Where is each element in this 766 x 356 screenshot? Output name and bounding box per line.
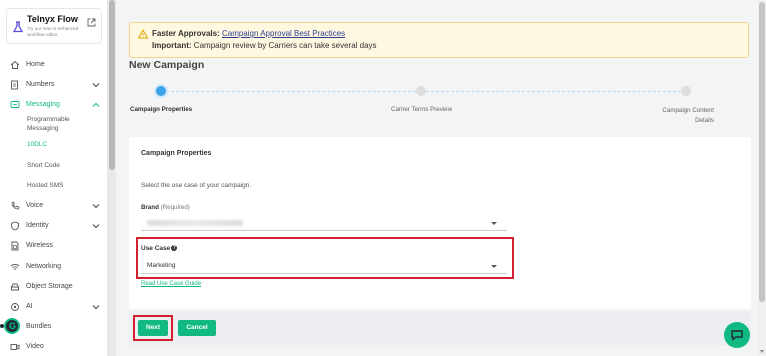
campaign-stepper: Campaign Properties Carrier Terms Previe…: [116, 80, 766, 130]
section-title: Campaign Properties: [141, 150, 212, 157]
nav-programmable-messaging[interactable]: Programmable Messaging: [27, 115, 87, 133]
warning-icon: [138, 29, 148, 39]
alert-label-2: Important:: [152, 41, 192, 50]
nav-numbers-label: Numbers: [26, 81, 55, 88]
cancel-button[interactable]: Cancel: [178, 320, 216, 336]
external-link-icon[interactable]: [87, 18, 96, 27]
chevron-down-icon: [92, 224, 100, 229]
step-3-label: Campaign Content Details: [662, 107, 714, 124]
chevron-down-icon: [92, 204, 100, 209]
nav-networking[interactable]: Networking: [0, 258, 108, 276]
step-connector: [166, 91, 416, 92]
shield-icon: [11, 221, 19, 231]
alert-line-2: Important: Campaign review by Carriers c…: [152, 41, 377, 50]
sim-icon: [11, 241, 19, 251]
step-2-dot: [416, 86, 426, 96]
next-button[interactable]: Next: [138, 320, 168, 336]
voice-icon: [11, 201, 20, 210]
step-connector: [426, 91, 681, 92]
alert-text-2: Campaign review by Carriers can take sev…: [193, 41, 377, 50]
sidebar-scrollbar-thumb[interactable]: [109, 0, 115, 170]
ai-icon: [11, 303, 19, 311]
brand-value-redacted: [147, 220, 243, 226]
nav-object-storage[interactable]: Object Storage: [0, 278, 108, 296]
telnyx-flow-promo[interactable]: Telnyx Flow Try our new AI-enhanced work…: [6, 8, 102, 44]
brand-label: Brand (Required): [141, 204, 190, 211]
flask-icon: [12, 21, 24, 33]
help-icon[interactable]: ?: [171, 245, 178, 251]
home-icon: [10, 60, 20, 69]
grammarly-icon[interactable]: G: [4, 318, 20, 334]
nav-video[interactable]: Video: [0, 338, 108, 356]
brand-select[interactable]: [141, 215, 507, 231]
alert-line-1: Faster Approvals: Campaign Approval Best…: [152, 29, 345, 38]
step-1-label: Campaign Properties: [130, 106, 193, 113]
main-content: Faster Approvals: Campaign Approval Best…: [116, 0, 766, 356]
main-scrollbar[interactable]: [758, 0, 766, 356]
video-icon: [10, 344, 20, 350]
sidebar-scrollbar[interactable]: [108, 0, 116, 356]
use-case-value: Marketing: [147, 262, 176, 269]
nav-home-label: Home: [26, 61, 45, 68]
use-case-label-text: Use Case: [141, 245, 171, 252]
nav-messaging[interactable]: Messaging: [0, 96, 108, 114]
message-icon: [10, 101, 20, 108]
nav-hosted-sms[interactable]: Hosted SMS: [27, 181, 64, 190]
wifi-icon: [10, 264, 20, 270]
alert-label-1: Faster Approvals:: [152, 29, 220, 38]
nav-10dlc[interactable]: 10DLC: [27, 140, 47, 149]
use-case-select[interactable]: Marketing: [141, 258, 507, 274]
step-1-dot: [156, 86, 166, 96]
sidebar: Telnyx Flow Try our new AI-enhanced work…: [0, 0, 108, 356]
chevron-up-icon: [92, 102, 100, 107]
use-case-label: Use Case?: [141, 245, 178, 252]
nav-wireless-label: Wireless: [26, 242, 53, 249]
chevron-down-icon: [92, 83, 100, 88]
nav-identity-label: Identity: [26, 222, 49, 229]
storage-icon: [10, 283, 20, 291]
step-2-label: Carrier Terms Preview: [391, 106, 453, 113]
step-3-dot: [681, 86, 691, 96]
caret-down-icon: [491, 222, 497, 225]
nav-wireless[interactable]: Wireless: [0, 237, 108, 255]
nav-identity[interactable]: Identity: [0, 217, 108, 235]
page-title: New Campaign: [129, 59, 205, 71]
brand-required: (Required): [160, 204, 190, 211]
section-description: Select the use case of your campaign.: [141, 182, 252, 189]
nav-bundles-label: Bundles: [26, 323, 52, 330]
form-footer: Next Cancel: [129, 311, 751, 345]
nav-ai-label: AI: [26, 303, 33, 310]
nav-messaging-label: Messaging: [26, 101, 60, 108]
phone-book-icon: [11, 80, 18, 90]
caret-down-icon: [491, 265, 497, 268]
chat-support-button[interactable]: [724, 322, 750, 348]
nav-home[interactable]: Home: [0, 56, 108, 74]
nav-networking-label: Networking: [26, 263, 62, 270]
chat-icon: [731, 330, 743, 341]
campaign-properties-card: Campaign Properties Select the use case …: [129, 137, 751, 309]
approval-alert: Faster Approvals: Campaign Approval Best…: [129, 22, 749, 58]
nav-numbers[interactable]: Numbers: [0, 76, 108, 94]
nav-object-storage-label: Object Storage: [26, 283, 73, 290]
brand-label-text: Brand: [141, 204, 159, 211]
best-practices-link[interactable]: Campaign Approval Best Practices: [222, 29, 345, 38]
nav-voice-label: Voice: [26, 202, 44, 209]
chevron-down-icon: [92, 305, 100, 310]
scroll-down-arrow-icon[interactable]: [760, 350, 764, 353]
nav-ai[interactable]: AI: [0, 298, 108, 316]
nav-short-code[interactable]: Short Code: [27, 161, 60, 170]
use-case-guide-link[interactable]: Read Use Case Guide: [141, 281, 201, 287]
promo-title: Telnyx Flow: [27, 14, 78, 24]
promo-subtitle: Try our new AI-enhanced workflow editor: [27, 26, 79, 37]
nav-video-label: Video: [26, 343, 44, 350]
nav-voice[interactable]: Voice: [0, 197, 108, 215]
main-scrollbar-thumb[interactable]: [759, 2, 765, 302]
